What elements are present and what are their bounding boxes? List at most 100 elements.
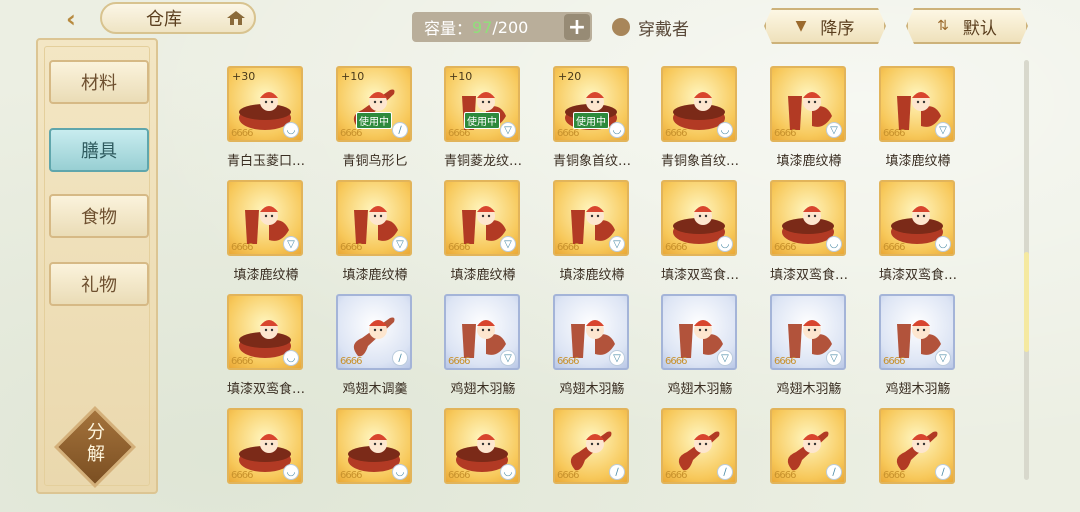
item-slot[interactable]: 6666 ∕: [546, 408, 646, 512]
item-card[interactable]: 6666 ◡: [336, 408, 412, 484]
bowl-type-icon: ◡: [283, 122, 299, 138]
decompose-label-2: 解: [87, 444, 105, 465]
item-slot[interactable]: +20 使用中 6666 ◡ 青铜象首纹…: [546, 66, 646, 178]
quality-stars: 6666: [557, 356, 579, 367]
spoon-type-icon: ∕: [826, 464, 842, 480]
item-name: 填漆鹿纹樽: [342, 268, 408, 283]
item-name: 鸡翅木羽觞: [559, 382, 625, 397]
item-card[interactable]: 6666 ◡: [227, 294, 303, 370]
bowl-type-icon: ◡: [935, 236, 951, 252]
item-slot[interactable]: +10 使用中 6666 ∕ 青铜鸟形匕: [329, 66, 429, 178]
item-slot[interactable]: 6666 ▽ 鸡翅木羽觞: [763, 294, 863, 406]
decompose-label: 分 解: [58, 422, 134, 466]
worn-filter-toggle[interactable]: 穿戴者: [612, 14, 689, 40]
item-slot[interactable]: 6666 ◡ 填漆双鸾食…: [763, 180, 863, 292]
item-slot[interactable]: 6666 ◡ 填漆双鸾食…: [872, 180, 972, 292]
item-card[interactable]: 6666 ◡: [661, 66, 737, 142]
bowl-type-icon: ◡: [500, 464, 516, 480]
item-card[interactable]: 6666 ▽: [227, 180, 303, 256]
item-slot[interactable]: 6666 ▽ 鸡翅木羽觞: [872, 294, 972, 406]
item-slot[interactable]: 6666 ◡: [329, 408, 429, 512]
item-slot[interactable]: 6666 ◡: [437, 408, 537, 512]
item-card[interactable]: 6666 ◡: [444, 408, 520, 484]
sidebar-item-food[interactable]: 食物: [49, 194, 149, 238]
item-card[interactable]: 6666 ▽: [661, 294, 737, 370]
item-slot[interactable]: 6666 ▽ 填漆鹿纹樽: [329, 180, 429, 292]
item-slot[interactable]: 6666 ◡ 填漆双鸾食…: [654, 180, 754, 292]
item-card[interactable]: 6666 ◡: [661, 180, 737, 256]
item-slot[interactable]: 6666 ∕: [763, 408, 863, 512]
item-slot[interactable]: 6666 ▽ 填漆鹿纹樽: [546, 180, 646, 292]
quality-stars: 6666: [883, 470, 905, 481]
item-slot[interactable]: 6666 ◡ 青铜象首纹…: [654, 66, 754, 178]
item-slot[interactable]: +30 6666 ◡ 青白玉菱口…: [220, 66, 320, 178]
quality-stars: 6666: [448, 470, 470, 481]
item-slot[interactable]: +10 使用中 6666 ▽ 青铜菱龙纹…: [437, 66, 537, 178]
item-slot[interactable]: 6666 ◡ 填漆双鸾食…: [220, 294, 320, 406]
item-slot[interactable]: 6666 ▽ 填漆鹿纹樽: [763, 66, 863, 178]
sidebar-item-gifts[interactable]: 礼物: [49, 262, 149, 306]
item-slot[interactable]: 6666 ∕: [654, 408, 754, 512]
sort-mode-button[interactable]: ⇅ 默认: [906, 8, 1028, 44]
quality-stars: 6666: [774, 356, 796, 367]
spoon-type-icon: ∕: [609, 464, 625, 480]
expand-capacity-button[interactable]: +: [564, 14, 590, 40]
item-slot[interactable]: 6666 ∕ 鸡翅木调羹: [329, 294, 429, 406]
item-slot[interactable]: 6666 ▽ 填漆鹿纹樽: [437, 180, 537, 292]
sidebar-item-materials[interactable]: 材料: [49, 60, 149, 104]
quality-stars: 6666: [883, 356, 905, 367]
quality-stars: 6666: [340, 128, 362, 139]
quality-stars: 6666: [665, 242, 687, 253]
item-name: 鸡翅木羽觞: [885, 382, 951, 397]
item-card[interactable]: 6666 ∕: [661, 408, 737, 484]
capacity-label: 容量：: [424, 19, 473, 38]
item-card[interactable]: 6666 ◡: [227, 408, 303, 484]
item-card[interactable]: 6666 ∕: [553, 408, 629, 484]
item-card[interactable]: 6666 ▽: [770, 66, 846, 142]
item-slot[interactable]: 6666 ▽ 鸡翅木羽觞: [546, 294, 646, 406]
item-card[interactable]: 6666 ∕: [879, 408, 955, 484]
item-card[interactable]: 6666 ▽: [553, 294, 629, 370]
item-slot[interactable]: 6666 ▽ 填漆鹿纹樽: [872, 66, 972, 178]
sort-mode-label: 默认: [962, 18, 997, 39]
cup-type-icon: ▽: [826, 350, 842, 366]
back-button[interactable]: ‹: [48, 4, 94, 34]
item-slot[interactable]: 6666 ∕: [872, 408, 972, 512]
item-name: 填漆双鸾食…: [769, 268, 848, 283]
item-slot[interactable]: 6666 ▽ 填漆鹿纹樽: [220, 180, 320, 292]
item-card[interactable]: 6666 ◡: [879, 180, 955, 256]
item-card[interactable]: 6666 ∕: [336, 294, 412, 370]
quality-stars: 6666: [448, 128, 470, 139]
plus-icon: +: [567, 14, 587, 40]
item-slot[interactable]: 6666 ◡: [220, 408, 320, 512]
page-title-tab: 仓库: [100, 2, 256, 34]
decompose-button[interactable]: 分 解: [53, 405, 137, 489]
bowl-type-icon: ◡: [717, 122, 733, 138]
cup-type-icon: ▽: [500, 236, 516, 252]
item-card[interactable]: 6666 ▽: [879, 294, 955, 370]
item-slot[interactable]: 6666 ▽ 鸡翅木羽觞: [437, 294, 537, 406]
item-card[interactable]: 6666 ▽: [770, 294, 846, 370]
scrollbar-thumb[interactable]: [1024, 252, 1029, 352]
item-card[interactable]: +10 使用中 6666 ▽: [444, 66, 520, 142]
sort-order-button[interactable]: ▼ 降序: [764, 8, 886, 44]
quality-stars: 6666: [448, 242, 470, 253]
sidebar-item-tableware[interactable]: 膳具: [49, 128, 149, 172]
item-card[interactable]: 6666 ▽: [336, 180, 412, 256]
item-card[interactable]: 6666 ▽: [553, 180, 629, 256]
quality-stars: 6666: [340, 242, 362, 253]
enhance-level-badge: +30: [232, 70, 256, 83]
bowl-type-icon: ◡: [609, 122, 625, 138]
item-card[interactable]: 6666 ▽: [444, 180, 520, 256]
item-card[interactable]: 6666 ∕: [770, 408, 846, 484]
item-card[interactable]: 6666 ◡: [770, 180, 846, 256]
item-card[interactable]: 6666 ▽: [879, 66, 955, 142]
item-slot[interactable]: 6666 ▽ 鸡翅木羽觞: [654, 294, 754, 406]
item-card[interactable]: +10 使用中 6666 ∕: [336, 66, 412, 142]
capacity-max: /200: [492, 17, 529, 37]
quality-stars: 6666: [231, 128, 253, 139]
item-card[interactable]: +30 6666 ◡: [227, 66, 303, 142]
item-card[interactable]: +20 使用中 6666 ◡: [553, 66, 629, 142]
item-card[interactable]: 6666 ▽: [444, 294, 520, 370]
spoon-type-icon: ∕: [935, 464, 951, 480]
